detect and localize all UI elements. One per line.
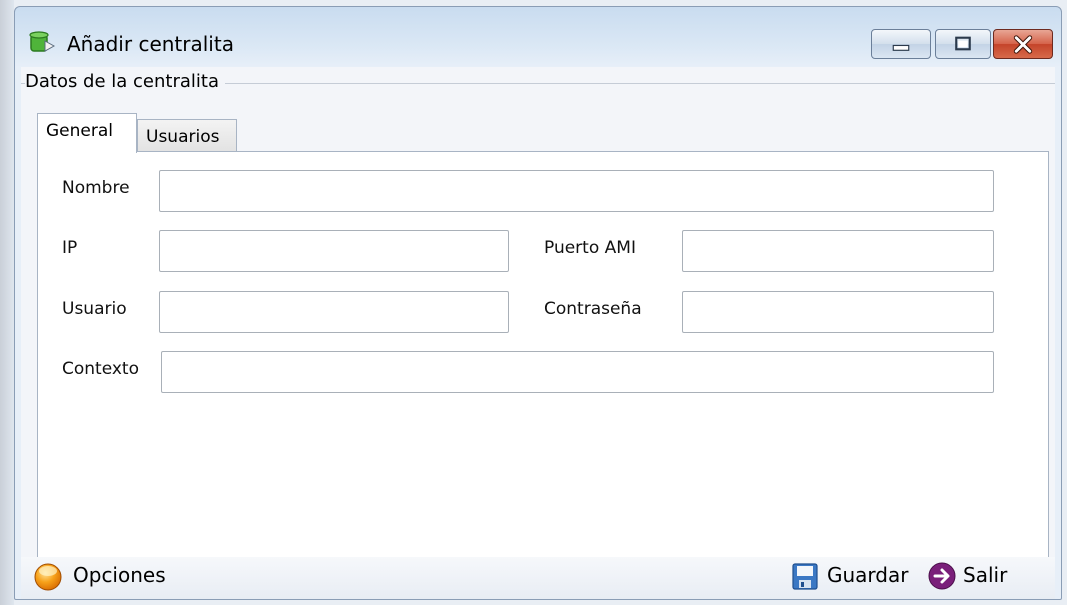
tab-panel-general: Nombre IP Puerto AMI Usuario Contraseña … xyxy=(37,151,1049,565)
bottom-toolbar: Opciones Guardar Salir xyxy=(21,557,1055,599)
minimize-icon xyxy=(892,44,910,51)
puerto-ami-field[interactable] xyxy=(682,230,994,272)
salir-button[interactable]: Salir xyxy=(963,563,1007,587)
tab-general[interactable]: General xyxy=(37,113,137,153)
contrasena-label: Contraseña xyxy=(544,299,642,319)
maximize-icon xyxy=(955,36,971,51)
window-title: Añadir centralita xyxy=(67,32,234,56)
contrasena-field[interactable] xyxy=(682,291,994,333)
nombre-field[interactable] xyxy=(159,170,994,212)
close-icon xyxy=(1013,35,1033,54)
usuario-label: Usuario xyxy=(62,299,127,319)
ip-field[interactable] xyxy=(159,230,509,272)
close-button[interactable] xyxy=(993,29,1053,59)
salir-icon[interactable] xyxy=(927,561,957,591)
group-legend: Datos de la centralita xyxy=(25,71,225,92)
contexto-label: Contexto xyxy=(62,359,139,379)
app-icon xyxy=(29,31,55,52)
minimize-button[interactable] xyxy=(871,29,931,59)
maximize-button[interactable] xyxy=(935,29,991,59)
nombre-label: Nombre xyxy=(62,178,130,198)
left-edge-strip xyxy=(0,0,14,605)
guardar-button[interactable]: Guardar xyxy=(827,563,908,587)
puerto-ami-label: Puerto AMI xyxy=(544,238,636,258)
contexto-field[interactable] xyxy=(161,351,994,393)
dialog-content: Datos de la centralita General Usuarios … xyxy=(21,67,1055,599)
ip-label: IP xyxy=(62,238,78,258)
usuario-field[interactable] xyxy=(159,291,509,333)
dialog-window: Añadir centralita Datos de la centralita… xyxy=(14,6,1062,600)
save-icon[interactable] xyxy=(791,561,819,591)
title-bar[interactable]: Añadir centralita xyxy=(15,7,1061,67)
opciones-icon[interactable] xyxy=(33,561,63,591)
tab-usuarios[interactable]: Usuarios xyxy=(137,119,237,151)
opciones-button[interactable]: Opciones xyxy=(73,563,166,587)
